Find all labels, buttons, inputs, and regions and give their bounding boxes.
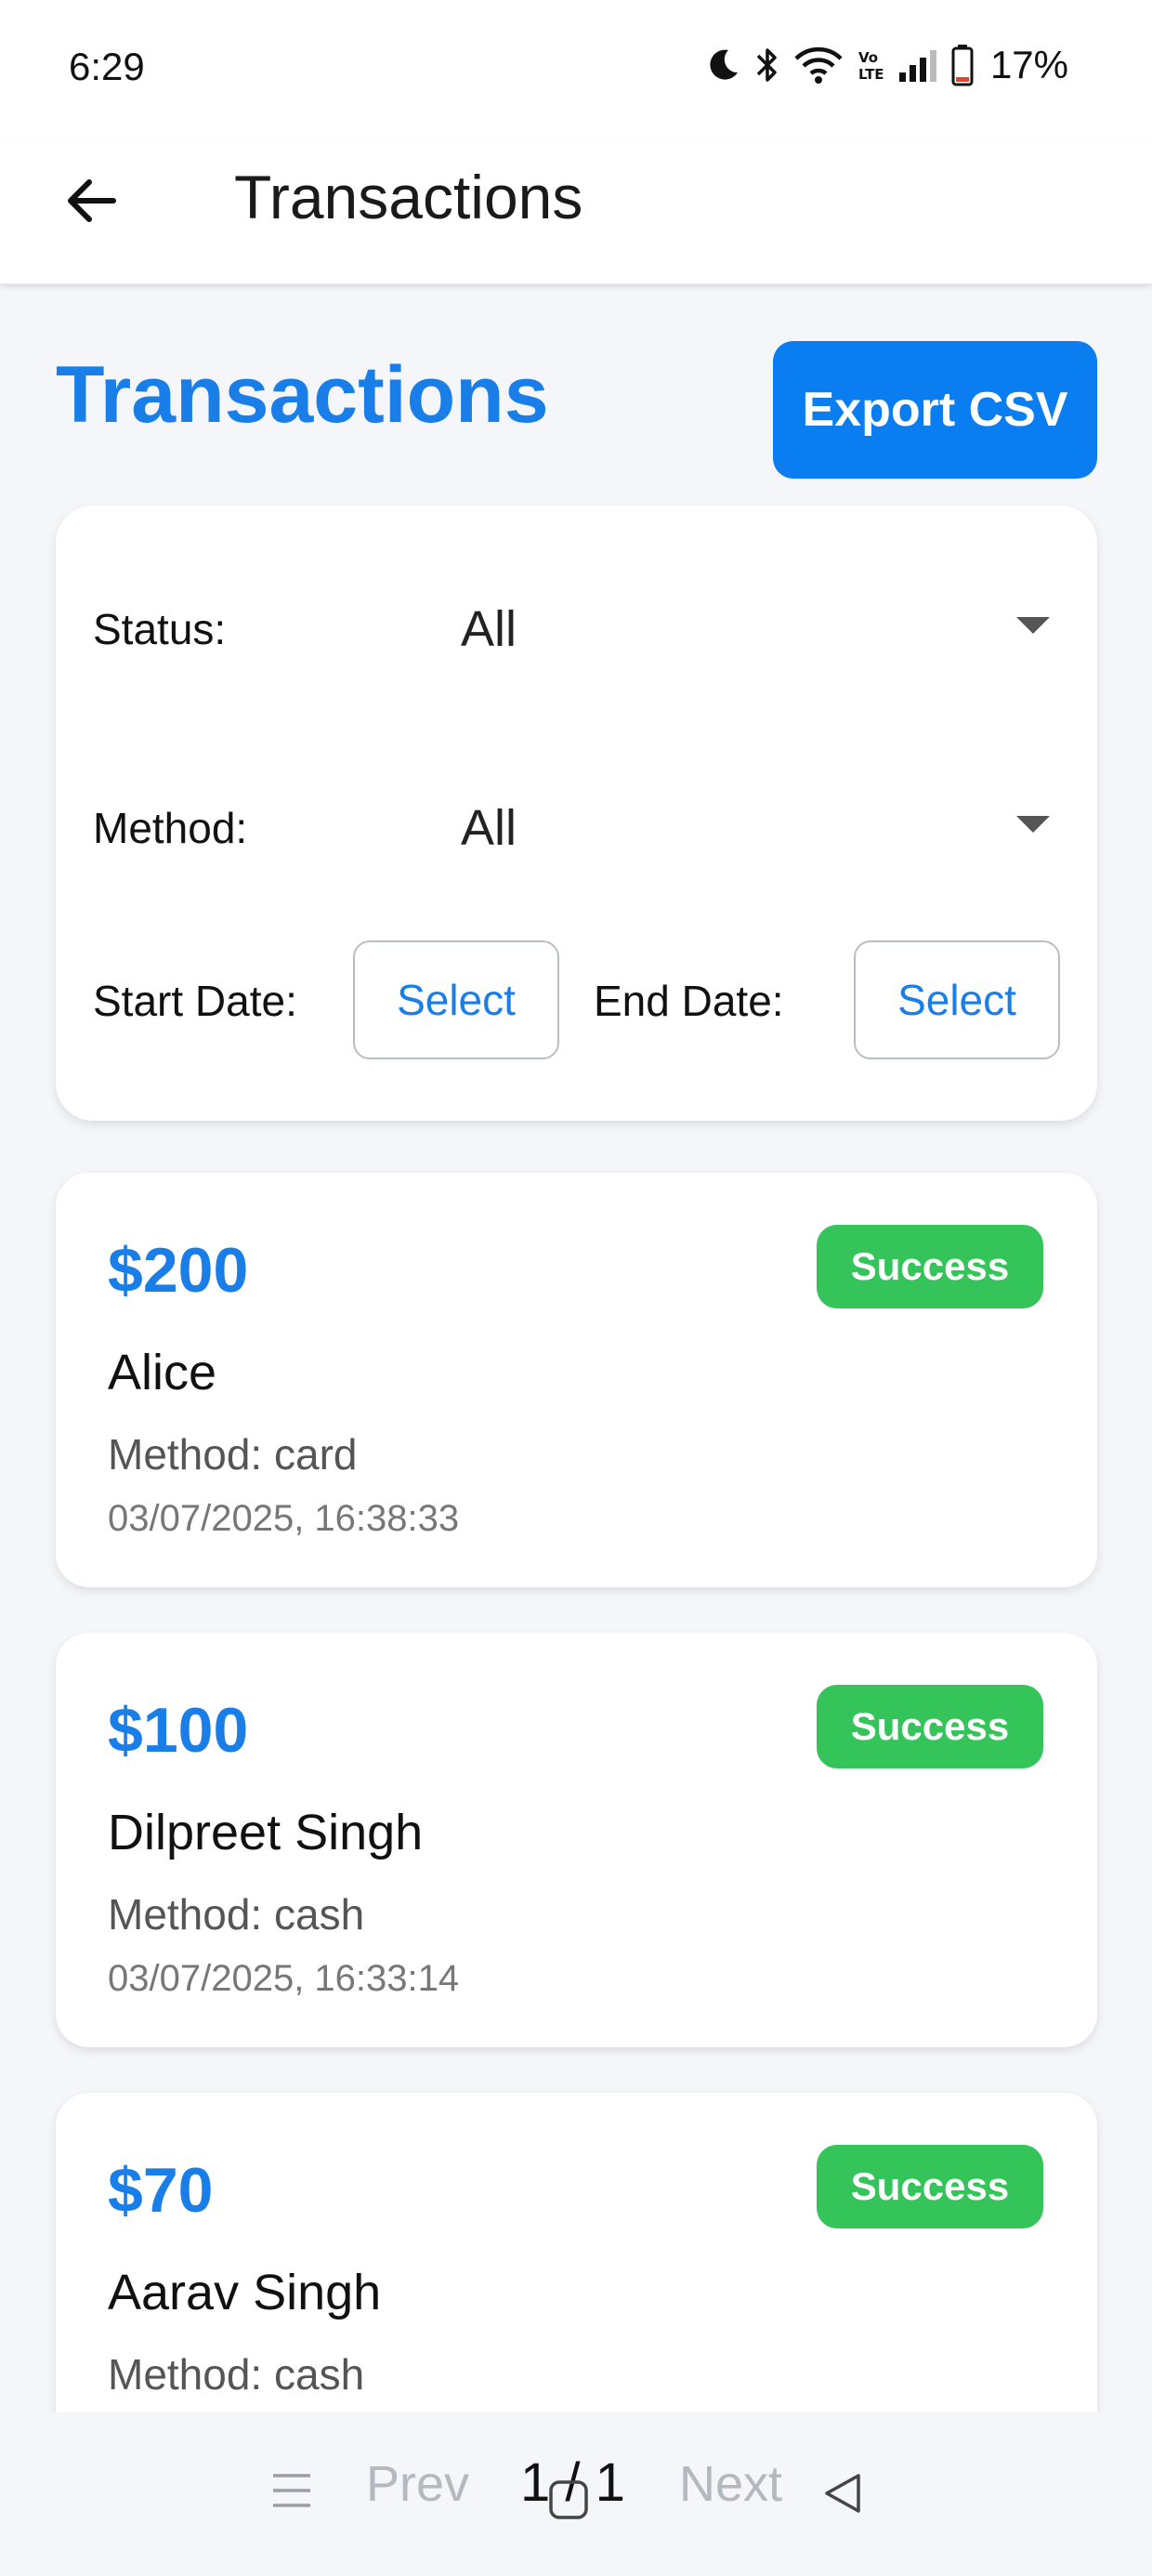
volte-icon: Vo LTE — [857, 46, 884, 85]
caret-down-icon — [1016, 617, 1050, 634]
method-dropdown[interactable]: All — [405, 768, 1074, 879]
home-icon[interactable] — [548, 2479, 589, 2525]
transaction-name: Dilpreet Singh — [108, 1805, 424, 1860]
app-bar-title: Transactions — [234, 163, 583, 231]
start-date-label: Start Date: — [93, 977, 297, 1025]
battery-icon — [951, 44, 974, 86]
page-title: Transactions — [56, 350, 549, 440]
wifi-icon — [793, 45, 844, 85]
back-button[interactable] — [54, 165, 128, 240]
arrow-left-icon — [61, 171, 121, 235]
transaction-datetime: 03/07/2025, 16:33:14 — [108, 1958, 460, 1999]
transaction-name: Aarav Singh — [108, 2265, 382, 2320]
transaction-method: Method: cash — [108, 2350, 365, 2399]
prev-page-button[interactable]: Prev — [366, 2455, 469, 2513]
transaction-amount: $70 — [108, 2155, 214, 2226]
transaction-name: Alice — [108, 1345, 217, 1400]
filter-card: Status: All Method: All Start Date: Sele… — [56, 506, 1097, 1121]
back-triangle-icon[interactable] — [821, 2470, 864, 2521]
transaction-datetime: 03/07/2025, 16:38:33 — [108, 1498, 460, 1539]
battery-percent: 17% — [989, 43, 1068, 86]
bluetooth-icon — [754, 45, 780, 85]
method-dropdown-value: All — [461, 800, 517, 856]
next-page-button[interactable]: Next — [679, 2455, 782, 2513]
status-dropdown-value: All — [461, 601, 517, 657]
svg-text:Vo: Vo — [858, 49, 878, 66]
signal-icon — [897, 46, 938, 84]
pagination-bar: Prev 1 / 1 Next — [0, 2412, 1152, 2576]
transaction-amount: $100 — [108, 1695, 249, 1766]
app-bar: Transactions — [0, 139, 1152, 284]
status-badge: Success — [817, 1685, 1043, 1768]
status-badge: Success — [817, 2145, 1043, 2228]
status-icons: Vo LTE 17% — [706, 43, 1068, 87]
transaction-card[interactable]: $100 Success Dilpreet Singh Method: cash… — [56, 1633, 1097, 2047]
svg-text:LTE: LTE — [858, 66, 884, 83]
status-bar: 6:29 Vo LTE 17% — [0, 0, 1152, 139]
transaction-method: Method: cash — [108, 1890, 365, 1939]
status-badge: Success — [817, 1225, 1043, 1308]
end-date-label: End Date: — [594, 977, 784, 1025]
end-date-button[interactable]: Select — [854, 940, 1060, 1059]
caret-down-icon — [1016, 816, 1050, 833]
recent-apps-icon[interactable] — [269, 2466, 314, 2519]
status-filter-label: Status: — [93, 605, 227, 653]
transaction-amount: $200 — [108, 1235, 249, 1306]
method-filter-label: Method: — [93, 804, 248, 852]
status-dropdown[interactable]: All — [405, 569, 1074, 680]
transaction-method: Method: card — [108, 1430, 358, 1479]
moon-icon — [706, 46, 741, 84]
export-csv-button[interactable]: Export CSV — [773, 341, 1097, 479]
transaction-card[interactable]: $200 Success Alice Method: card 03/07/20… — [56, 1173, 1097, 1587]
start-date-button[interactable]: Select — [353, 940, 559, 1059]
status-time: 6:29 — [69, 45, 145, 88]
